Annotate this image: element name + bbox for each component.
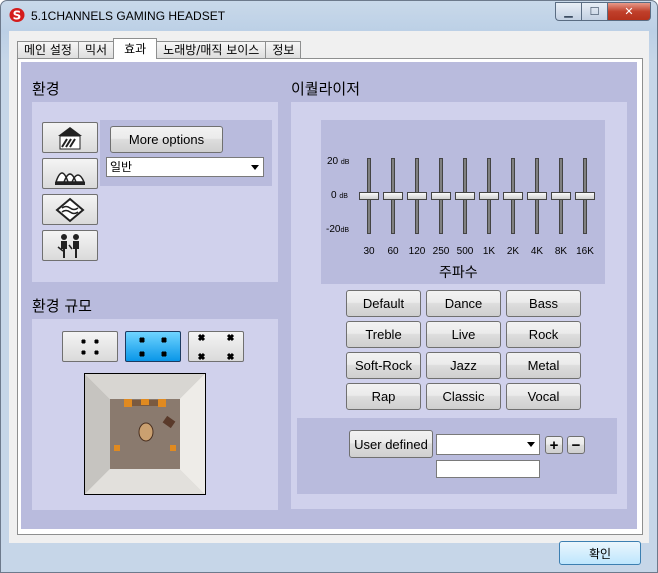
env-opera-button[interactable] <box>42 158 98 189</box>
client-area: 메인 설정 믹서 효과 노래방/매직 보이스 정보 환경 More option… <box>9 31 649 543</box>
eq-slider-1K[interactable] <box>479 158 499 234</box>
db-label-top: 20 dB <box>327 156 349 167</box>
room-size-medium-button[interactable] <box>125 331 181 362</box>
room-size-title: 환경 규모 <box>32 297 92 315</box>
underwater-icon <box>55 197 85 222</box>
tab-effects[interactable]: 효과 <box>113 38 158 59</box>
add-preset-button[interactable]: + <box>545 436 563 454</box>
eq-slider-8K[interactable] <box>551 158 571 234</box>
close-icon: ✕ <box>624 5 634 18</box>
eq-slider-thumb[interactable] <box>359 192 379 200</box>
eq-slider-250[interactable] <box>431 158 451 234</box>
eq-slider-thumb[interactable] <box>407 192 427 200</box>
preset-jazz-button[interactable]: Jazz <box>426 352 501 379</box>
app-window: S 5.1CHANNELS GAMING HEADSET ▁ ☐ ✕ 메인 설정… <box>0 0 658 573</box>
environment-box: More options 일반 <box>32 102 278 282</box>
room-size-small-button[interactable] <box>62 331 118 362</box>
db-top-value: 20 <box>327 156 339 167</box>
environment-select-value: 일반 <box>110 160 133 174</box>
effects-panel: 환경 More options 일반 환경 규모 이퀄라이저 20 dB 0 d… <box>17 58 643 535</box>
db-mid-unit: dB <box>339 193 348 200</box>
eq-slider-2K[interactable] <box>503 158 523 234</box>
eq-slider-thumb[interactable] <box>527 192 547 200</box>
effects-panel-inner: 환경 More options 일반 환경 규모 이퀄라이저 20 dB 0 d… <box>21 62 637 529</box>
equalizer-title: 이퀄라이저 <box>291 80 361 98</box>
small-room-icon <box>81 338 99 355</box>
preset-classic-button[interactable]: Classic <box>426 383 501 410</box>
people-icon <box>57 233 79 258</box>
close-button[interactable]: ✕ <box>607 2 651 21</box>
frequency-label: 주파수 <box>439 264 478 280</box>
window-title: 5.1CHANNELS GAMING HEADSET <box>31 9 226 23</box>
eq-slider-30[interactable] <box>359 158 379 234</box>
eq-slider-thumb[interactable] <box>455 192 475 200</box>
preset-bass-button[interactable]: Bass <box>506 290 581 317</box>
hall-icon <box>58 126 82 149</box>
remove-preset-button[interactable]: − <box>567 436 585 454</box>
preset-default-button[interactable]: Default <box>346 290 421 317</box>
room-preview-image <box>84 373 206 495</box>
db-mid-value: 0 <box>331 190 337 201</box>
opera-house-icon <box>54 171 86 185</box>
user-defined-button[interactable]: User defined <box>349 430 433 458</box>
user-defined-box: User defined + − <box>297 418 617 494</box>
eq-slider-500[interactable] <box>455 158 475 234</box>
eq-slider-60[interactable] <box>383 158 403 234</box>
room-size-box <box>32 319 278 510</box>
medium-room-icon <box>139 336 167 357</box>
eq-slider-120[interactable] <box>407 158 427 234</box>
window-controls: ▁ ☐ ✕ <box>555 2 651 21</box>
env-hall-button[interactable] <box>42 122 98 153</box>
more-options-button[interactable]: More options <box>110 126 223 153</box>
preset-live-button[interactable]: Live <box>426 321 501 348</box>
preset-vocal-button[interactable]: Vocal <box>506 383 581 410</box>
eq-slider-thumb[interactable] <box>479 192 499 200</box>
chevron-down-icon <box>251 165 259 170</box>
environment-select[interactable]: 일반 <box>106 157 264 177</box>
preset-metal-button[interactable]: Metal <box>506 352 581 379</box>
environment-title: 환경 <box>32 80 60 98</box>
db-bottom-unit: dB <box>340 227 350 234</box>
tab-mixer[interactable]: 믹서 <box>77 41 115 59</box>
svg-text:S: S <box>13 9 22 23</box>
preset-rap-button[interactable]: Rap <box>346 383 421 410</box>
tab-main-settings[interactable]: 메인 설정 <box>17 41 79 59</box>
minimize-button[interactable]: ▁ <box>555 2 581 21</box>
minimize-icon: ▁ <box>564 5 573 18</box>
tab-info[interactable]: 정보 <box>265 41 302 59</box>
env-people-button[interactable] <box>42 230 98 261</box>
eq-slider-thumb[interactable] <box>575 192 595 200</box>
equalizer-sliders-box: 20 dB 0 dB -20dB 30 60 120 250 500 1K 2K 4K 8K 16… <box>321 120 605 284</box>
eq-slider-thumb[interactable] <box>503 192 523 200</box>
preset-soft-rock-button[interactable]: Soft-Rock <box>346 352 421 379</box>
eq-slider-thumb[interactable] <box>431 192 451 200</box>
chevron-down-icon <box>527 442 535 447</box>
db-bottom-value: -20 <box>326 224 341 235</box>
app-logo-icon: S <box>9 8 25 23</box>
equalizer-box: 20 dB 0 dB -20dB 30 60 120 250 500 1K 2K 4K 8K 16… <box>291 102 627 509</box>
environment-options-box: More options 일반 <box>100 120 272 186</box>
user-preset-select[interactable] <box>436 434 540 455</box>
db-top-unit: dB <box>340 159 350 166</box>
env-underwater-button[interactable] <box>42 194 98 225</box>
preset-dance-button[interactable]: Dance <box>426 290 501 317</box>
eq-slider-thumb[interactable] <box>383 192 403 200</box>
large-room-icon <box>197 333 235 360</box>
tab-karaoke-magic-voice[interactable]: 노래방/매직 보이스 <box>156 41 267 59</box>
maximize-icon: ☐ <box>589 5 600 18</box>
eq-slider-thumb[interactable] <box>551 192 571 200</box>
ok-button[interactable]: 확인 <box>559 541 641 565</box>
preset-rock-button[interactable]: Rock <box>506 321 581 348</box>
tab-strip: 메인 설정 믹서 효과 노래방/매직 보이스 정보 <box>17 38 302 59</box>
preset-treble-button[interactable]: Treble <box>346 321 421 348</box>
preset-name-input[interactable] <box>436 460 540 478</box>
eq-slider-4K[interactable] <box>527 158 547 234</box>
db-label-bottom: -20dB <box>326 224 349 235</box>
eq-slider-16K[interactable] <box>575 158 595 234</box>
title-bar[interactable]: S 5.1CHANNELS GAMING HEADSET ▁ ☐ ✕ <box>1 1 657 31</box>
room-size-large-button[interactable] <box>188 331 244 362</box>
eq-band-label: 16K <box>576 246 594 257</box>
db-label-mid: 0 dB <box>331 190 348 201</box>
maximize-button[interactable]: ☐ <box>581 2 607 21</box>
